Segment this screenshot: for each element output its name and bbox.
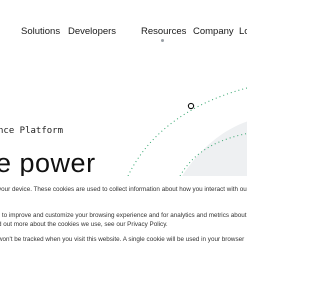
nav-item-company[interactable]: Company bbox=[193, 24, 234, 40]
hero-tagline: nce Platform bbox=[0, 126, 64, 136]
hover-indicator-dot bbox=[161, 39, 164, 42]
cookie-text-line: r to improve and customize your browsing… bbox=[0, 212, 247, 219]
nav-item-login[interactable]: Lo bbox=[239, 24, 247, 40]
hero-headline: e power bbox=[0, 148, 96, 178]
page: ct Solutions Developers Resources Compan… bbox=[0, 0, 247, 296]
nav-item-solutions[interactable]: Solutions bbox=[21, 24, 60, 40]
cookie-text-line: your device. These cookies are used to c… bbox=[0, 186, 247, 193]
nav-item-developers[interactable]: Developers bbox=[68, 24, 116, 40]
cookie-banner: your device. These cookies are used to c… bbox=[0, 176, 247, 296]
nav-item-resources[interactable]: Resources bbox=[141, 24, 186, 40]
cookie-text-line: d out more about the cookies we use, see… bbox=[0, 221, 168, 228]
cookie-text-line: won't be tracked when you visit this web… bbox=[0, 236, 245, 243]
top-navigation: ct Solutions Developers Resources Compan… bbox=[0, 24, 247, 42]
hero-node-circle bbox=[187, 102, 195, 110]
